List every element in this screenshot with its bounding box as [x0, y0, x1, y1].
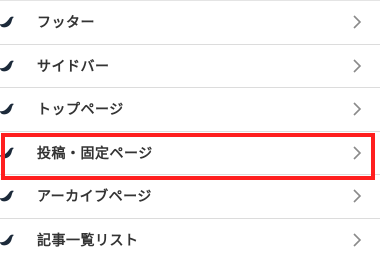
menu-item-post-list[interactable]: 記事一覧リスト [0, 219, 380, 263]
settings-menu: フッター サイドバー トップページ 投稿・固定ページ アーカイブページ 記事一覧… [0, 0, 380, 266]
menu-item-label: トップページ [37, 102, 124, 119]
wing-icon [0, 16, 14, 28]
wing-icon [0, 147, 14, 159]
wing-icon [0, 103, 14, 115]
menu-item-label: サイドバー [37, 58, 110, 75]
menu-item-archive-page[interactable]: アーカイブページ [0, 175, 380, 219]
wing-icon [0, 60, 14, 72]
menu-item-top-page[interactable]: トップページ [0, 88, 380, 132]
menu-item-label: 記事一覧リスト [37, 233, 139, 250]
chevron-right-icon [353, 59, 362, 73]
chevron-right-icon [353, 146, 362, 160]
chevron-right-icon [353, 189, 362, 203]
chevron-right-icon [353, 102, 362, 116]
wing-icon [0, 190, 14, 202]
wing-icon [0, 234, 14, 246]
menu-item-footer[interactable]: フッター [0, 1, 380, 45]
menu-item-sidebar[interactable]: サイドバー [0, 45, 380, 88]
menu-item-label: フッター [37, 15, 95, 32]
chevron-right-icon [353, 15, 362, 29]
menu-item-post-page[interactable]: 投稿・固定ページ [0, 132, 380, 175]
menu-item-label: 投稿・固定ページ [37, 145, 153, 162]
menu-item-label: アーカイブページ [37, 189, 152, 206]
chevron-right-icon [353, 233, 362, 247]
